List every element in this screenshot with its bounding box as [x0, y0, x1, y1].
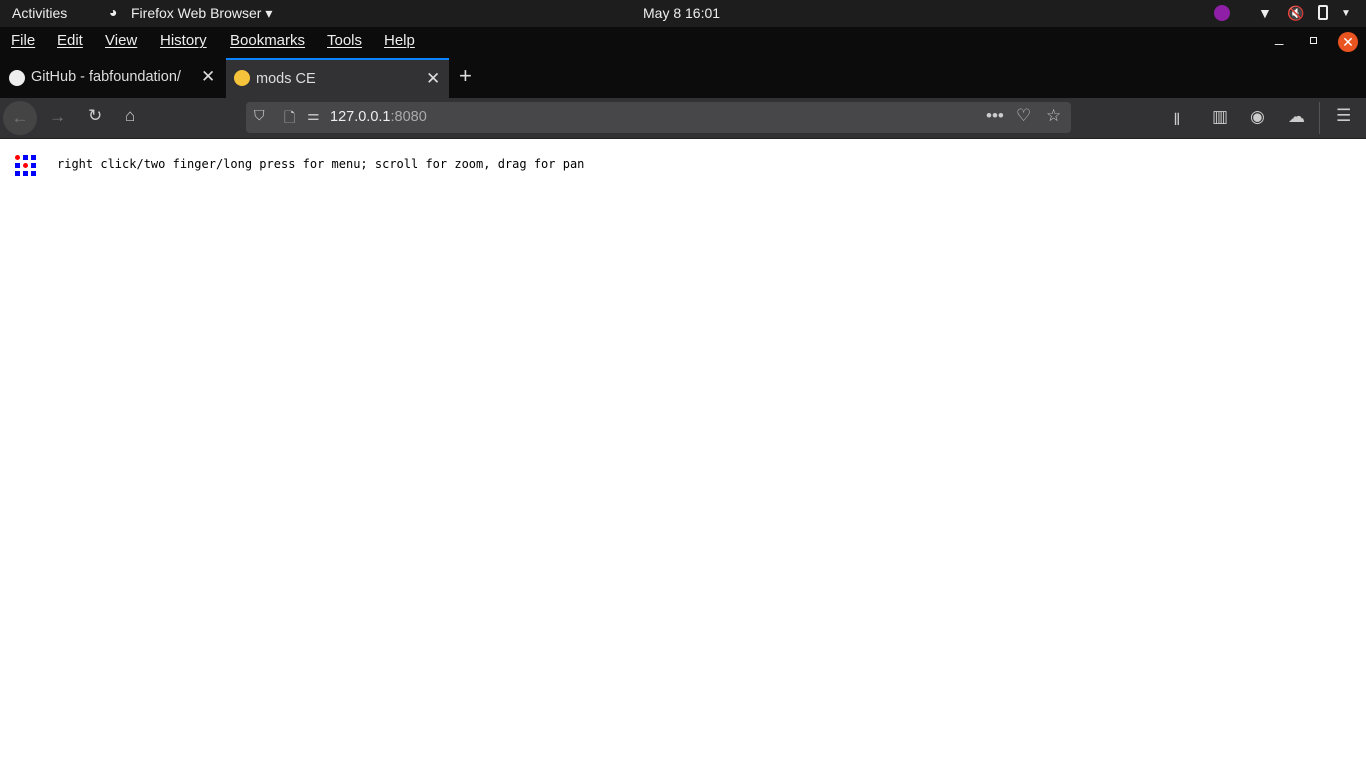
navigation-toolbar: ← → ↻ ⌂ ⛉ 🗋 ⚌ 127.0.0.1:8080 ••• ♡ ☆ 𝍪 ▥…: [0, 98, 1366, 139]
app-name: Firefox Web Browser: [131, 5, 262, 21]
menu-file[interactable]: File: [11, 32, 35, 49]
page-icon[interactable]: 🗋: [284, 107, 295, 131]
url-host: 127.0.0.1: [330, 109, 391, 125]
page-actions-icon[interactable]: •••: [986, 106, 1004, 126]
clock[interactable]: May 8 16:01: [643, 5, 720, 21]
menu-help[interactable]: Help: [384, 32, 415, 49]
close-tab-icon[interactable]: ✕: [426, 69, 440, 89]
tab-mods-ce[interactable]: mods CE ✕: [226, 58, 449, 98]
url-text[interactable]: 127.0.0.1:8080: [330, 109, 427, 125]
library-icon[interactable]: 𝍪: [1174, 107, 1180, 136]
close-tab-icon[interactable]: ✕: [201, 67, 215, 87]
menu-view[interactable]: View: [105, 32, 137, 49]
flame-app-icon[interactable]: [1214, 5, 1230, 21]
activities-button[interactable]: Activities: [12, 5, 67, 21]
github-icon: [9, 70, 25, 86]
url-bar[interactable]: ⛉ 🗋 ⚌ 127.0.0.1:8080 ••• ♡ ☆: [246, 102, 1071, 133]
forward-button[interactable]: →: [49, 107, 66, 127]
menu-bookmarks[interactable]: Bookmarks: [230, 32, 305, 49]
mods-logo-icon[interactable]: [15, 155, 36, 176]
sunglasses-emoji-icon: [234, 70, 250, 86]
system-top-bar: Activities ◕ Firefox Web Browser ▾ May 8…: [0, 0, 1366, 27]
system-menu-chevron-icon[interactable]: ▼: [1341, 8, 1351, 19]
back-button[interactable]: ←: [3, 101, 37, 135]
battery-icon[interactable]: [1318, 5, 1328, 20]
extension-icon[interactable]: ☁: [1288, 107, 1305, 127]
home-button[interactable]: ⌂: [125, 106, 135, 126]
minimize-button[interactable]: _: [1275, 29, 1283, 46]
hamburger-menu-icon[interactable]: ☰: [1336, 106, 1351, 126]
bookmark-star-icon[interactable]: ☆: [1046, 106, 1061, 126]
close-window-button[interactable]: ✕: [1338, 32, 1358, 52]
sidebar-icon[interactable]: ▥: [1212, 107, 1228, 127]
tab-title: GitHub - fabfoundation/: [31, 69, 181, 85]
url-port: :8080: [390, 109, 427, 125]
tab-title: mods CE: [256, 71, 316, 87]
app-menu[interactable]: Firefox Web Browser ▾: [131, 5, 272, 22]
pocket-icon[interactable]: ♡: [1016, 106, 1031, 126]
usage-hint: right click/two finger/long press for me…: [57, 157, 585, 171]
menu-tools[interactable]: Tools: [327, 32, 362, 49]
page-content[interactable]: right click/two finger/long press for me…: [0, 140, 1366, 768]
account-icon[interactable]: ◉: [1250, 107, 1265, 127]
tab-github[interactable]: GitHub - fabfoundation/ ✕: [0, 58, 225, 98]
restore-button[interactable]: [1310, 37, 1317, 44]
toolbar-divider: [1319, 102, 1320, 134]
menu-bar: File Edit View History Bookmarks Tools H…: [0, 27, 1366, 56]
wifi-icon[interactable]: ▼: [1258, 5, 1272, 21]
reload-button[interactable]: ↻: [88, 106, 102, 126]
menu-edit[interactable]: Edit: [57, 32, 83, 49]
tab-bar: GitHub - fabfoundation/ ✕ mods CE ✕ +: [0, 56, 1366, 98]
permissions-icon[interactable]: ⚌: [307, 107, 320, 124]
volume-muted-icon[interactable]: 🔇: [1287, 5, 1304, 22]
new-tab-button[interactable]: +: [459, 63, 472, 89]
firefox-icon: ◕: [109, 4, 118, 20]
shield-icon[interactable]: ⛉: [254, 107, 265, 124]
menu-history[interactable]: History: [160, 32, 207, 49]
